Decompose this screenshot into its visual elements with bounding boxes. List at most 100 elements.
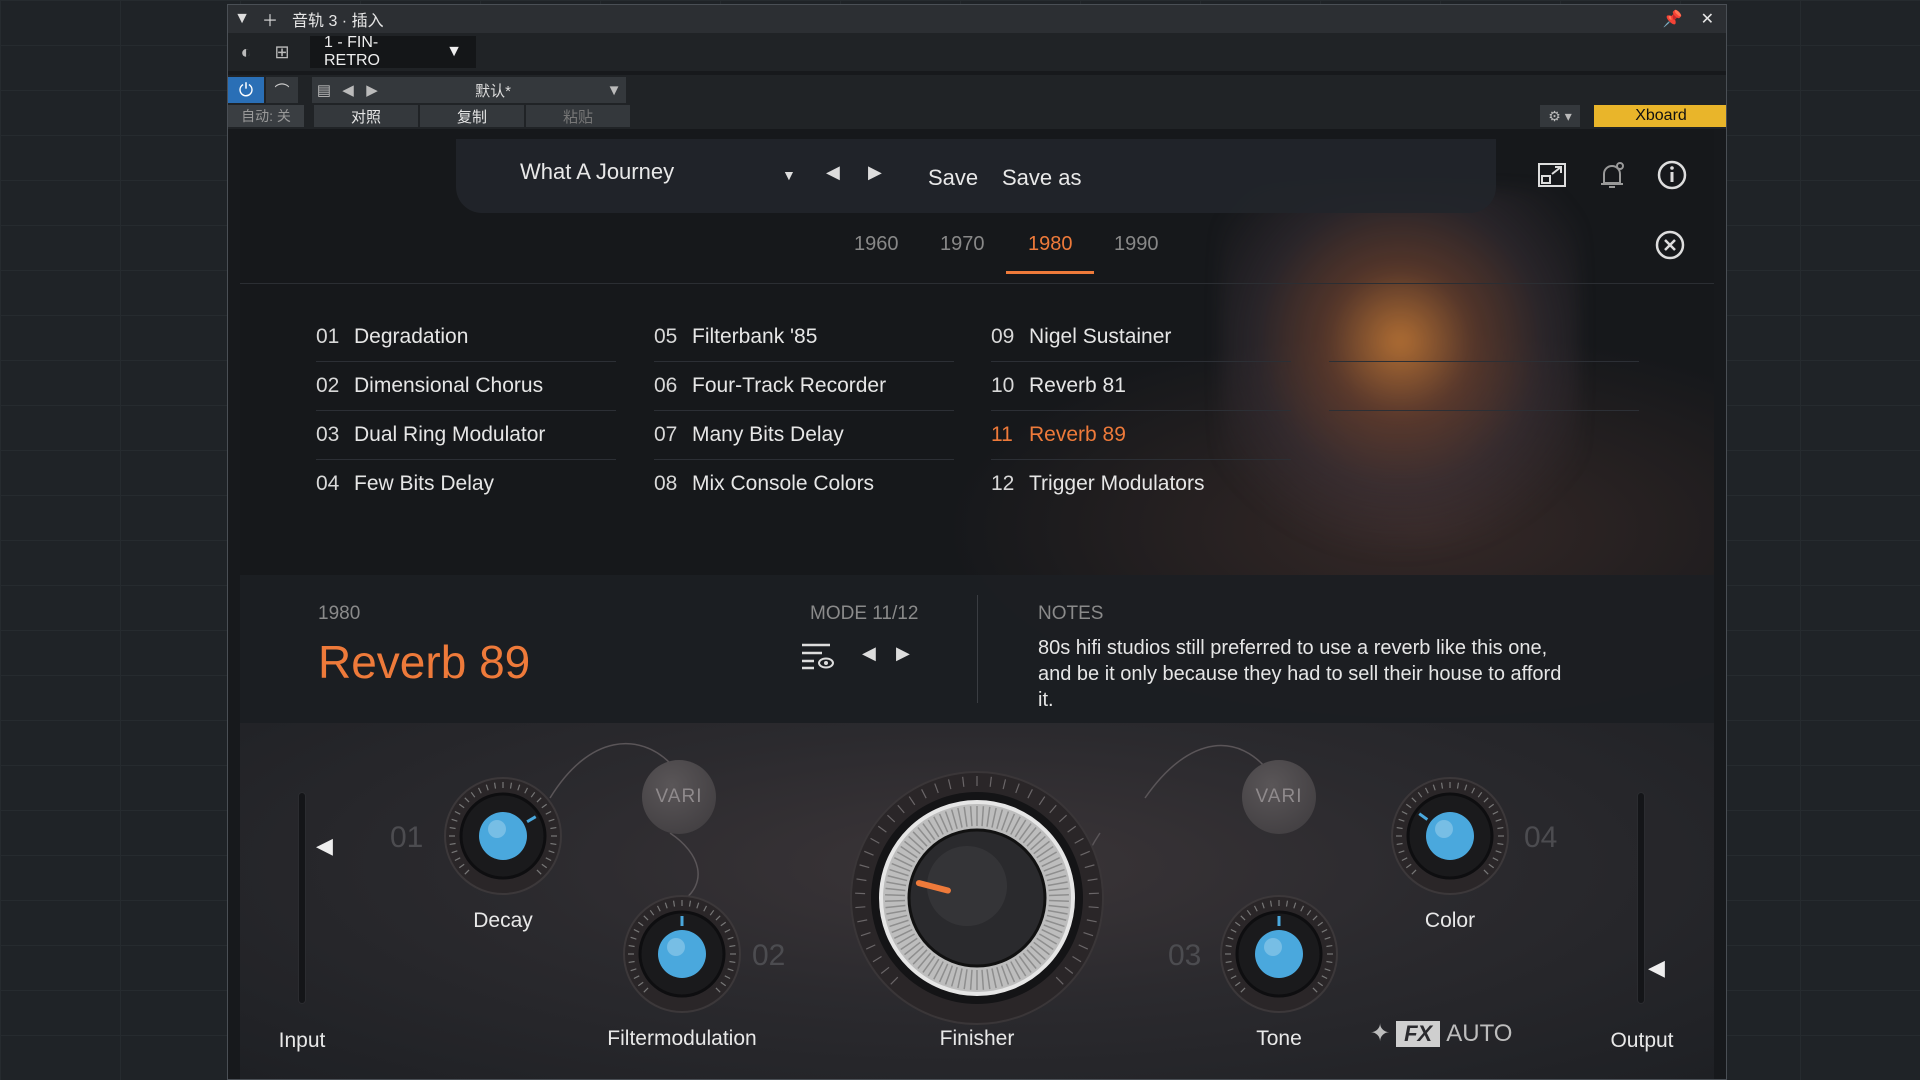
tab-1980[interactable]: 1980 [1028, 233, 1073, 256]
preset-dropdown-icon[interactable]: ▼ [782, 167, 796, 183]
list-item[interactable]: 09 Nigel Sustainer [991, 313, 1291, 362]
info-divider [977, 595, 978, 703]
prev-preset-icon[interactable]: ◀ [826, 162, 840, 183]
plugin-window: ▼ ＋ 音轨 3 · 插入 📌 ✕ ◐ ⊞ 1 - FIN-RETRO ▼ ⏻ … [227, 4, 1727, 1080]
mode-column-4 [1329, 313, 1639, 411]
output-level-marker[interactable]: ◀ [1648, 955, 1665, 981]
power-button[interactable]: ⏻ [228, 77, 264, 103]
next-mode-icon[interactable]: ▶ [896, 643, 910, 664]
host-preset-row: ⏻ ⌒ ▤ ◀ ▶ 默认* ▼ 自动: 关 对照 复制 粘贴 ⚙ ▾ Xboar… [228, 75, 1726, 129]
list-item[interactable]: 07 Many Bits Delay [654, 411, 954, 460]
list-item[interactable]: 04 Few Bits Delay [316, 460, 616, 508]
color-label: Color [1424, 909, 1476, 932]
window-title: 音轨 3 · 插入 [292, 13, 384, 30]
close-circle-icon[interactable] [1654, 229, 1686, 261]
device-select[interactable]: 1 - FIN-RETRO ▼ [310, 34, 476, 69]
device-row: ◐ ⊞ 1 - FIN-RETRO ▼ [228, 33, 1726, 71]
plugin-logo-icon[interactable]: ◐ [228, 34, 264, 70]
chevron-down-icon: ▼ [446, 43, 462, 60]
list-divider [1329, 362, 1639, 411]
info-year: 1980 [318, 603, 361, 624]
collapse-arrow-icon[interactable]: ▼ [228, 10, 256, 28]
active-tab-underline [1006, 271, 1094, 274]
decay-label: Decay [473, 909, 533, 932]
save-button[interactable]: Save [928, 165, 978, 191]
decay-knob[interactable] [440, 773, 566, 899]
xboard-button[interactable]: Xboard [1594, 105, 1726, 127]
host-preset-bar: ▤ ◀ ▶ 默认* ▼ [312, 77, 626, 103]
vari-button-left[interactable]: VARI [642, 760, 716, 834]
color-knob[interactable] [1387, 773, 1513, 899]
automation-toggle[interactable]: 自动: 关 [228, 105, 304, 127]
prev-preset-icon[interactable]: ◀ [336, 81, 360, 99]
output-label: Output [1610, 1029, 1674, 1052]
list-item-active[interactable]: 11 Reverb 89 [991, 411, 1291, 460]
tone-label: Tone [1256, 1027, 1302, 1050]
settings-gear-icon[interactable]: ⚙ ▾ [1540, 105, 1580, 127]
compare-button[interactable]: 对照 [314, 105, 418, 127]
list-item[interactable]: 10 Reverb 81 [991, 362, 1291, 411]
input-level-marker[interactable]: ◀ [316, 833, 333, 859]
preset-list-icon[interactable]: ▤ [312, 81, 336, 99]
copy-button[interactable]: 复制 [420, 105, 524, 127]
fx-auto-logo: ✦ FX AUTO [1370, 1019, 1512, 1048]
device-name: 1 - FIN-RETRO [324, 34, 380, 69]
decay-slot-number: 01 [390, 821, 424, 854]
preset-dropdown-icon[interactable]: ▼ [602, 82, 626, 99]
notes-text: 80s hifi studios still preferred to use … [1038, 637, 1562, 711]
tab-1970[interactable]: 1970 [940, 233, 985, 256]
mode-info-panel: 1980 Reverb 89 MODE 11/12 ◀ ▶ NOTES 80s … [240, 575, 1714, 723]
finisher-knob[interactable] [846, 767, 1108, 1029]
control-section: ◀ Input ◀ Output 01 Decay VARI 02 Filter… [240, 723, 1714, 1079]
ab-compare-icon[interactable]: ⌒ [266, 77, 298, 103]
next-preset-icon[interactable]: ▶ [868, 162, 882, 183]
list-divider [1329, 313, 1639, 362]
tone-slot-number: 03 [1168, 939, 1202, 972]
info-mode-counter: MODE 11/12 [810, 603, 919, 624]
mode-column-1: 01 Degradation 02 Dimensional Chorus 03 Dua… [316, 313, 616, 508]
list-item[interactable]: 08 Mix Console Colors [654, 460, 954, 508]
mode-list-view-icon[interactable] [800, 641, 836, 671]
auto-text: AUTO [1446, 1019, 1513, 1047]
plugin-surface: What A Journey ▼ ◀ ▶ Save Save as 1960 1… [240, 129, 1714, 1079]
list-item[interactable]: 01 Degradation [316, 313, 616, 362]
close-icon[interactable]: ✕ [1701, 9, 1714, 29]
tab-1960[interactable]: 1960 [854, 233, 899, 256]
filtermodulation-knob[interactable] [619, 891, 745, 1017]
list-item[interactable]: 02 Dimensional Chorus [316, 362, 616, 411]
finisher-label: Finisher [939, 1027, 1015, 1050]
fx-badge: FX [1396, 1020, 1441, 1047]
paste-button[interactable]: 粘贴 [526, 105, 630, 127]
input-fader[interactable] [299, 793, 305, 1003]
tone-knob[interactable] [1216, 891, 1342, 1017]
mode-column-3: 09 Nigel Sustainer 10 Reverb 81 11 Reverb 8… [991, 313, 1291, 508]
vari-button-right[interactable]: VARI [1242, 760, 1316, 834]
filtermodulation-label: Filtermodulation [607, 1027, 757, 1050]
info-icon[interactable] [1656, 159, 1688, 191]
mode-column-2: 05 Filterbank '85 06 Four-Track Recorder 0… [654, 313, 954, 508]
input-label: Input [278, 1029, 326, 1052]
output-fader[interactable] [1638, 793, 1644, 1003]
list-item[interactable]: 03 Dual Ring Modulator [316, 411, 616, 460]
list-item[interactable]: 05 Filterbank '85 [654, 313, 954, 362]
color-slot-number: 04 [1524, 821, 1558, 854]
window-titlebar: ▼ ＋ 音轨 3 · 插入 📌 ✕ [228, 5, 1726, 34]
routing-icon[interactable]: ⊞ [264, 34, 300, 70]
host-preset-name[interactable]: 默认* [384, 80, 602, 101]
resize-icon[interactable] [1536, 159, 1568, 191]
tab-1990[interactable]: 1990 [1114, 233, 1159, 256]
list-item[interactable]: 12 Trigger Modulators [991, 460, 1291, 508]
filtermod-slot-number: 02 [752, 939, 786, 972]
plugin-preset-name[interactable]: What A Journey [520, 159, 674, 185]
sparkle-icon: ✦ [1370, 1020, 1391, 1047]
next-preset-icon[interactable]: ▶ [360, 81, 384, 99]
save-as-button[interactable]: Save as [1002, 165, 1082, 191]
info-mode-name: Reverb 89 [318, 636, 531, 688]
era-tabs: 1960 1970 1980 1990 [240, 233, 1714, 284]
prev-mode-icon[interactable]: ◀ [862, 643, 876, 664]
list-item[interactable]: 06 Four-Track Recorder [654, 362, 954, 411]
pin-icon[interactable]: 📌 [1663, 9, 1683, 29]
notification-bell-icon[interactable] [1596, 159, 1628, 191]
add-icon[interactable]: ＋ [256, 7, 284, 31]
notes-header: NOTES [1038, 603, 1104, 624]
